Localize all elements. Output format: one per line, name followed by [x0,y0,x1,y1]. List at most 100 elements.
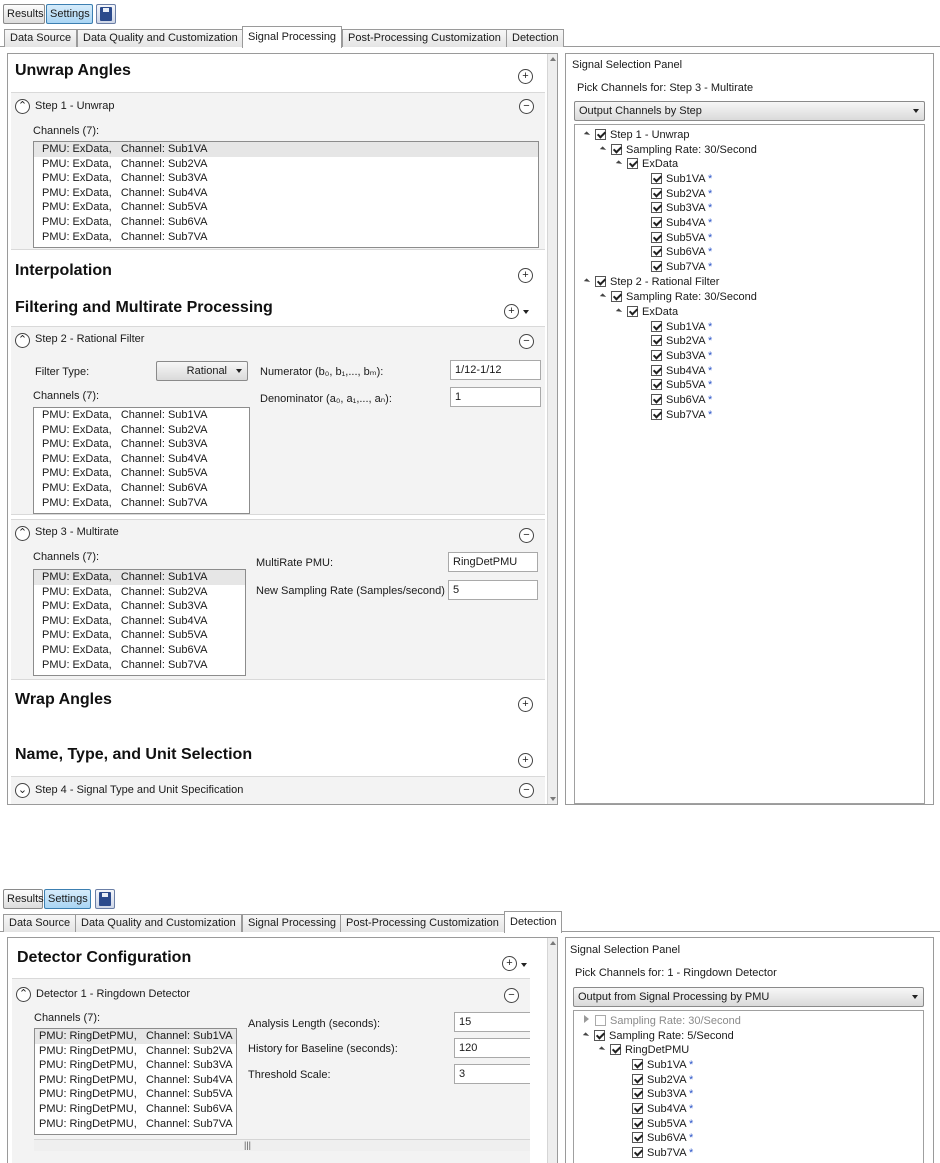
checkbox[interactable] [651,409,662,420]
checkbox[interactable] [632,1088,643,1099]
list-item[interactable]: PMU: ExData, Channel: Sub3VA [34,437,249,452]
tab-data-source[interactable]: Data Source [3,914,77,932]
checkbox[interactable] [632,1147,643,1158]
tree-node-step-1[interactable]: Step 1 - Unwrap [583,128,689,142]
settings-button[interactable]: Settings [46,4,93,24]
expand-icon[interactable] [598,1046,606,1053]
list-item[interactable]: PMU: RingDetPMU, Channel: Sub7VA [35,1117,236,1132]
history-baseline-input[interactable]: 120 [454,1038,530,1058]
expand-icon[interactable] [583,278,591,285]
expand-icon[interactable] [583,131,591,138]
expand-icon[interactable] [582,1032,590,1039]
list-item[interactable]: PMU: ExData, Channel: Sub6VA [34,215,538,230]
output-channels-dropdown[interactable]: Output Channels by Step [574,101,925,121]
tree-node-signal[interactable]: Sub5VA * [632,1117,693,1131]
list-item[interactable]: PMU: RingDetPMU, Channel: Sub5VA [35,1087,236,1102]
checkbox[interactable] [632,1074,643,1085]
list-item[interactable]: PMU: ExData, Channel: Sub5VA [34,466,249,481]
chevron-up-icon[interactable]: ⌃ [16,987,31,1002]
results-button[interactable]: Results [3,4,45,24]
tab-post-processing[interactable]: Post-Processing Customization [340,914,505,932]
list-item[interactable]: PMU: ExData, Channel: Sub2VA [34,157,538,172]
checkbox[interactable] [632,1059,643,1070]
tree-node-pmu[interactable]: ExData [615,157,678,171]
vertical-scrollbar[interactable] [547,54,557,804]
multirate-pmu-input[interactable]: RingDetPMU [448,552,538,572]
list-item[interactable]: PMU: ExData, Channel: Sub4VA [34,452,249,467]
list-item[interactable]: PMU: ExData, Channel: Sub5VA [34,628,245,643]
tree-node-signal[interactable]: Sub1VA * [651,172,712,186]
tree-node-signal[interactable]: Sub2VA * [651,334,712,348]
tab-signal-processing[interactable]: Signal Processing [242,26,343,48]
remove-icon[interactable]: − [519,528,534,543]
tab-data-quality[interactable]: Data Quality and Customization [75,914,242,932]
list-item[interactable]: PMU: RingDetPMU, Channel: Sub6VA [35,1102,236,1117]
tree-node-signal[interactable]: Sub7VA * [651,408,712,422]
list-item[interactable]: PMU: ExData, Channel: Sub5VA [34,200,538,215]
chevron-down-icon[interactable] [521,963,527,967]
settings-button[interactable]: Settings [44,889,91,909]
checkbox[interactable] [594,1030,605,1041]
tab-data-quality[interactable]: Data Quality and Customization [77,29,244,47]
checkbox[interactable] [632,1132,643,1143]
checkbox[interactable] [651,217,662,228]
tab-detection[interactable]: Detection [506,29,565,47]
tree-node-signal[interactable]: Sub6VA * [651,245,712,259]
remove-icon[interactable]: − [519,783,534,798]
tree-node-signal[interactable]: Sub4VA * [632,1102,693,1116]
tree-node-signal[interactable]: Sub2VA * [651,187,712,201]
checkbox[interactable] [611,291,622,302]
tree-node-signal[interactable]: Sub4VA * [651,216,712,230]
tree-node-signal[interactable]: Sub3VA * [632,1087,693,1101]
list-item[interactable]: PMU: ExData, Channel: Sub7VA [34,496,249,511]
tab-data-source[interactable]: Data Source [4,29,78,47]
checkbox[interactable] [651,188,662,199]
checkbox[interactable] [651,321,662,332]
tree-node-signal[interactable]: Sub7VA * [632,1146,693,1160]
tree-node-signal[interactable]: Sub1VA * [632,1058,693,1072]
expand-icon[interactable] [615,308,623,315]
expand-icon[interactable] [584,1015,589,1023]
tree-node-step-2[interactable]: Step 2 - Rational Filter [583,275,719,289]
add-icon[interactable]: + [504,304,519,319]
tree-node-signal[interactable]: Sub2VA * [632,1073,693,1087]
chevron-down-icon[interactable] [523,310,529,314]
checkbox[interactable] [632,1118,643,1129]
list-item[interactable]: PMU: ExData, Channel: Sub3VA [34,171,538,186]
checkbox[interactable] [651,232,662,243]
numerator-input[interactable]: 1/12-1/12 [450,360,541,380]
list-item[interactable]: PMU: ExData, Channel: Sub6VA [34,481,249,496]
list-item[interactable]: PMU: ExData, Channel: Sub3VA [34,599,245,614]
list-item[interactable]: PMU: ExData, Channel: Sub6VA [34,643,245,658]
add-icon[interactable]: + [518,268,533,283]
checkbox[interactable] [651,335,662,346]
list-item[interactable]: PMU: RingDetPMU, Channel: Sub4VA [35,1073,236,1088]
tree-node-pmu[interactable]: ExData [615,305,678,319]
tree-node-rate[interactable]: Sampling Rate: 30/Second [599,143,757,157]
checkbox[interactable] [651,379,662,390]
add-icon[interactable]: + [518,753,533,768]
list-item[interactable]: PMU: ExData, Channel: Sub2VA [34,423,249,438]
checkbox[interactable] [651,350,662,361]
tree-node-signal[interactable]: Sub3VA * [651,349,712,363]
tree-node-signal[interactable]: Sub6VA * [632,1131,693,1145]
signal-tree[interactable]: Sampling Rate: 30/Second Sampling Rate: … [573,1010,924,1163]
list-item[interactable]: PMU: ExData, Channel: Sub7VA [34,658,245,673]
save-icon[interactable] [96,4,116,24]
chevron-down-icon[interactable]: ⌄ [15,783,30,798]
tree-node-rate-5[interactable]: Sampling Rate: 5/Second [582,1029,734,1043]
channels-listbox[interactable]: PMU: RingDetPMU, Channel: Sub1VA PMU: Ri… [34,1028,237,1135]
chevron-up-icon[interactable]: ⌃ [15,333,30,348]
add-icon[interactable]: + [518,697,533,712]
channels-listbox[interactable]: PMU: ExData, Channel: Sub1VA PMU: ExData… [33,569,246,676]
list-item[interactable]: PMU: RingDetPMU, Channel: Sub1VA [35,1029,236,1044]
tree-node-rate-30[interactable]: Sampling Rate: 30/Second [584,1014,741,1028]
channels-listbox[interactable]: PMU: ExData, Channel: Sub1VA PMU: ExData… [33,407,250,514]
list-item[interactable]: PMU: ExData, Channel: Sub1VA [34,408,249,423]
list-item[interactable]: PMU: ExData, Channel: Sub7VA [34,230,538,245]
expand-icon[interactable] [615,160,623,167]
tab-post-processing[interactable]: Post-Processing Customization [342,29,507,47]
results-button[interactable]: Results [3,889,44,909]
analysis-length-input[interactable]: 15 [454,1012,530,1032]
chevron-up-icon[interactable]: ⌃ [15,99,30,114]
